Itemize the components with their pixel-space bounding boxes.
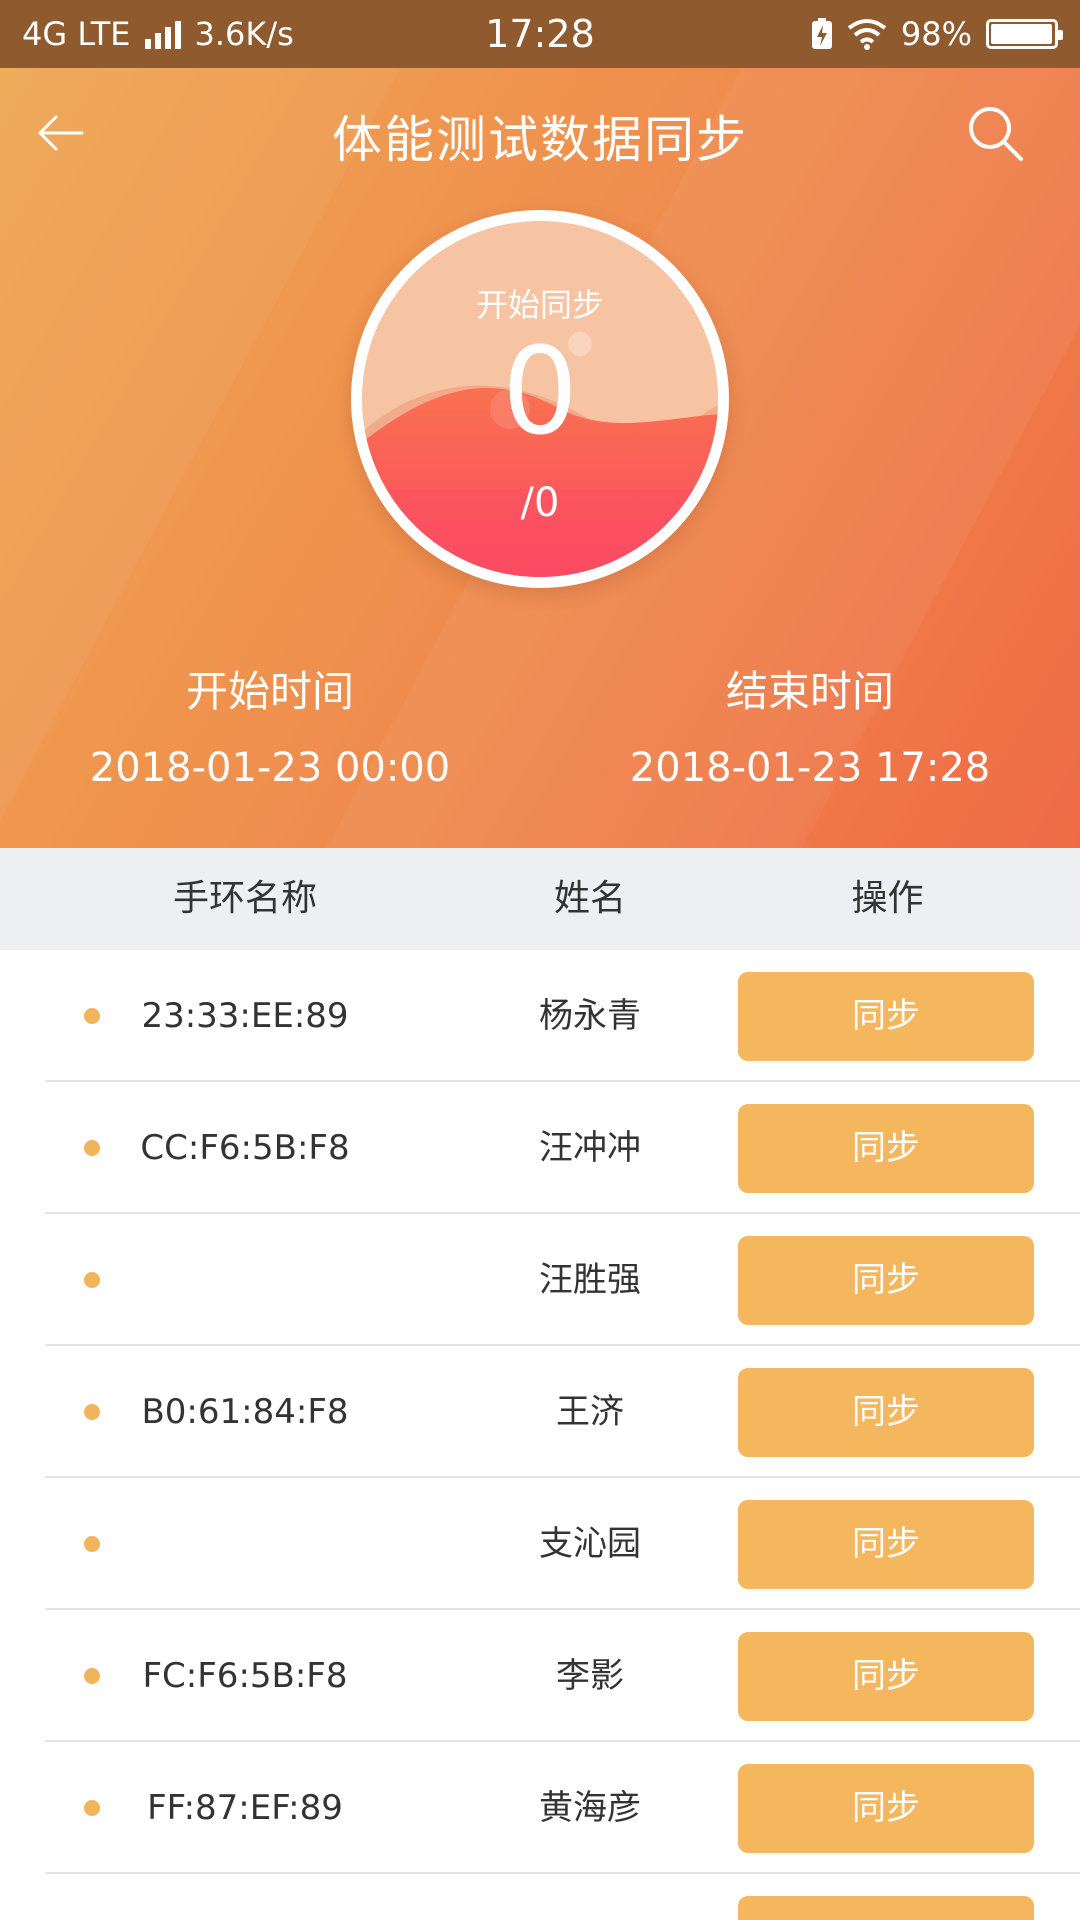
sync-button[interactable]: 同步 (738, 1236, 1034, 1325)
table-row: FC:F6:5B:F8 李影 同步 (0, 1610, 1080, 1742)
sync-button[interactable] (738, 1896, 1034, 1920)
end-time-value: 2018-01-23 17:28 (629, 745, 991, 791)
table-row: 23:33:EE:89 杨永青 同步 (0, 950, 1080, 1082)
person-name: 王济 (556, 1392, 624, 1432)
device-id (110, 1478, 380, 1610)
status-dot (84, 1536, 100, 1552)
status-dot (84, 1272, 100, 1288)
signal-icon (144, 19, 181, 49)
sync-button[interactable]: 同步 (738, 1500, 1034, 1589)
search-button[interactable] (960, 98, 1030, 168)
start-time-label: 开始时间 (185, 667, 354, 716)
sync-button[interactable]: 同步 (738, 972, 1034, 1061)
person-name: 李影 (556, 1656, 624, 1696)
device-id: CC:F6:5B:F8 (140, 1128, 350, 1168)
column-header-device: 手环名称 (172, 878, 317, 919)
column-header-name: 姓名 (553, 878, 626, 919)
battery-icon (986, 19, 1063, 49)
page-title: 体能测试数据同步 (332, 111, 748, 169)
hero-panel: 体能测试数据同步 开始同步 0 /0 开始时间 2018-01-23 00:00… (0, 68, 1080, 848)
device-id: 23:33:EE:89 (141, 996, 349, 1036)
status-dot (84, 1008, 100, 1024)
nav-bar: 体能测试数据同步 (0, 68, 1080, 198)
sync-button[interactable]: 同步 (738, 1632, 1034, 1721)
table-row: FF:87:EF:89 黄海彦 同步 (0, 1742, 1080, 1874)
device-id (110, 1214, 380, 1346)
battery-fill (991, 24, 1052, 44)
sync-button[interactable]: 同步 (738, 1104, 1034, 1193)
status-dot (84, 1800, 100, 1816)
sync-button[interactable]: 同步 (738, 1368, 1034, 1457)
table-row: 汪胜强 同步 (0, 1214, 1080, 1346)
person-name: 黄海彦 (539, 1788, 641, 1828)
gauge-count: 0 (501, 323, 579, 462)
status-dot (84, 1668, 100, 1684)
status-left: 4G LTE 3.6K/s (22, 15, 294, 53)
table-row: 支沁园 同步 (0, 1478, 1080, 1610)
person-name: 汪冲冲 (539, 1128, 641, 1168)
device-id: B0:61:84:F8 (141, 1392, 349, 1432)
person-name: 汪胜强 (539, 1260, 641, 1300)
status-right: 98% (811, 15, 1063, 53)
table-row: B0:61:84:F8 王济 同步 (0, 1346, 1080, 1478)
search-icon (969, 107, 1023, 161)
device-list[interactable]: 23:33:EE:89 杨永青 同步 CC:F6:5B:F8 汪冲冲 同步 汪胜… (0, 950, 1080, 1920)
sync-button[interactable]: 同步 (738, 1764, 1034, 1853)
status-dot (84, 1404, 100, 1420)
person-name: 杨永青 (539, 996, 641, 1036)
battery-percent: 98% (900, 15, 972, 53)
table-row: CC:F6:5B:F8 汪冲冲 同步 (0, 1082, 1080, 1214)
network-speed: 3.6K/s (194, 15, 294, 53)
status-dot (84, 1140, 100, 1156)
column-header-action: 操作 (851, 878, 924, 919)
start-time-value: 2018-01-23 00:00 (89, 745, 451, 791)
gauge-label: 开始同步 (475, 286, 604, 324)
person-name: 支沁园 (539, 1524, 641, 1564)
charging-icon (811, 18, 832, 49)
end-time-block[interactable]: 结束时间 2018-01-23 17:28 (540, 658, 1080, 791)
device-id: FF:87:EF:89 (147, 1788, 343, 1828)
network-type: 4G LTE (22, 15, 131, 53)
end-time-label: 结束时间 (725, 667, 894, 716)
start-time-block[interactable]: 开始时间 2018-01-23 00:00 (0, 658, 540, 791)
status-bar: 4G LTE 3.6K/s 17:28 98% (0, 0, 1080, 68)
wifi-icon (847, 19, 887, 50)
table-row (0, 1874, 1080, 1920)
table-header: 手环名称 姓名 操作 (0, 848, 1080, 950)
sync-progress-gauge[interactable]: 开始同步 0 /0 (351, 210, 729, 588)
gauge-total: /0 (520, 480, 560, 526)
device-id: FC:F6:5B:F8 (142, 1656, 348, 1696)
